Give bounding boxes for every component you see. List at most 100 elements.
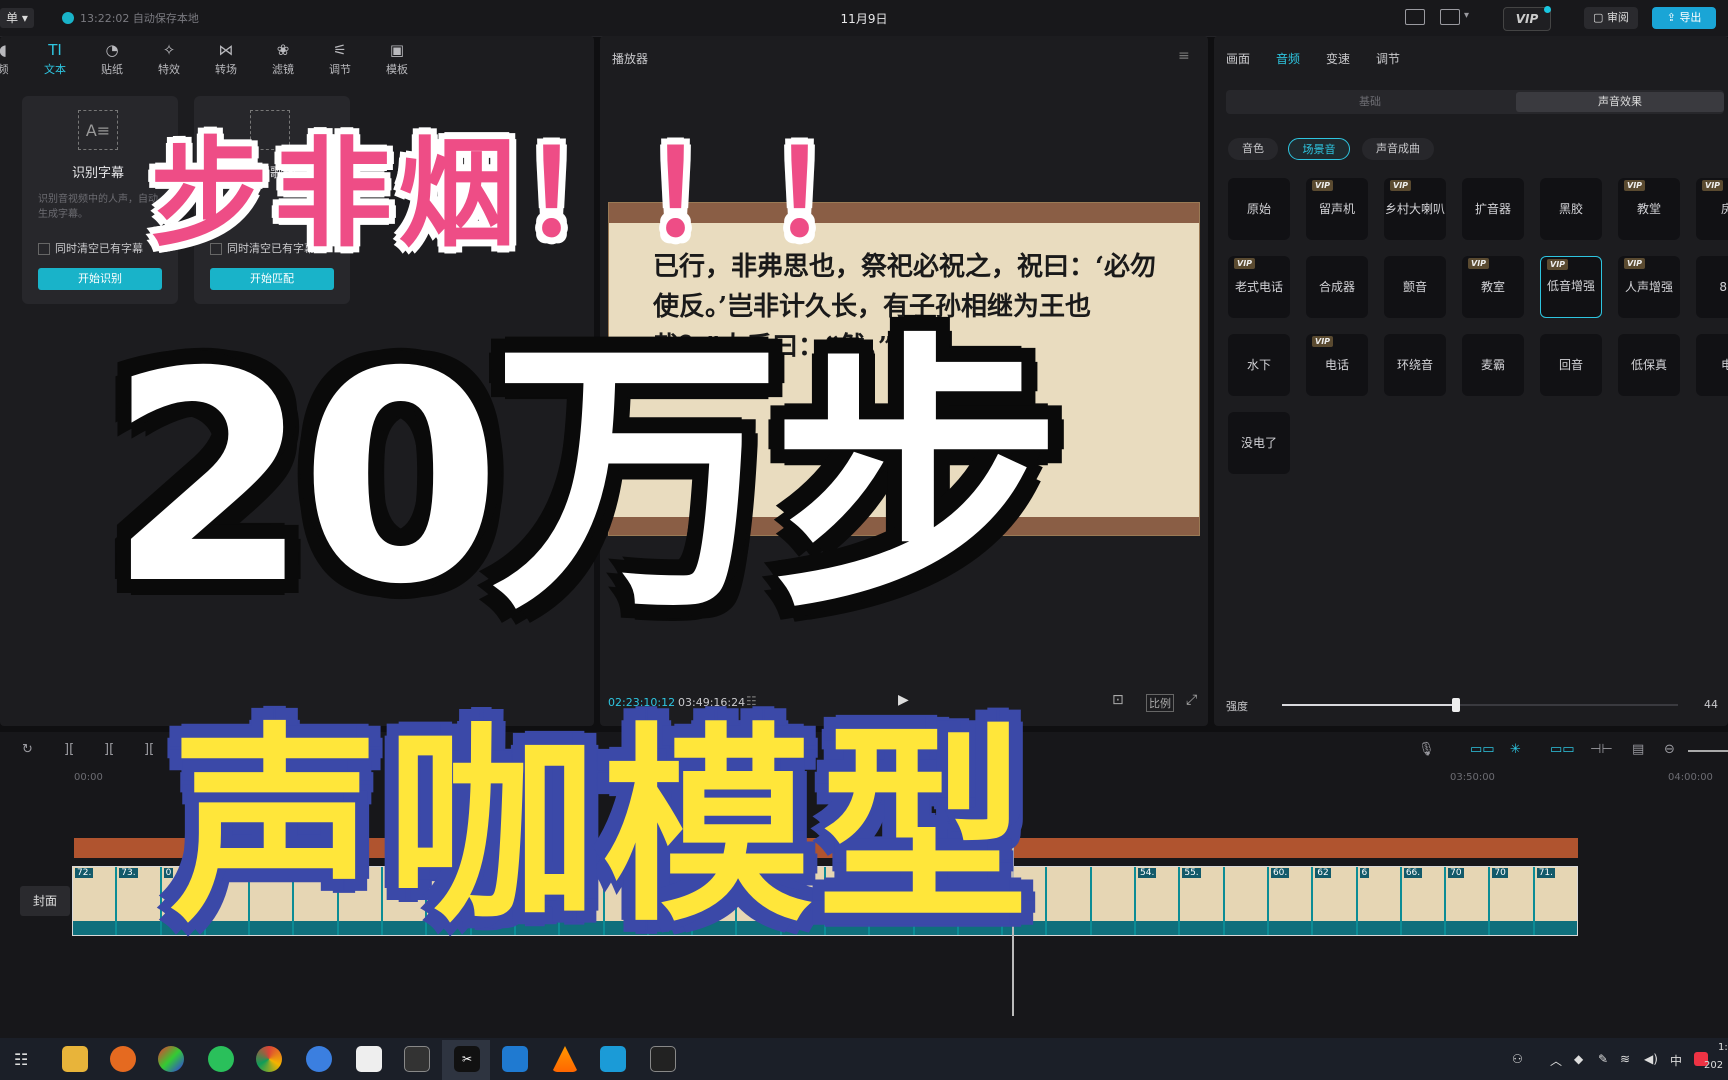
fullscreen-icon[interactable]: ⤢ [1186, 692, 1197, 708]
redo-icon[interactable]: ↻ [22, 742, 33, 757]
app-tray-icon[interactable]: ◆ [1574, 1052, 1583, 1066]
video-clip[interactable]: 62 [1313, 867, 1358, 935]
people-icon[interactable]: ⚇ [1512, 1052, 1523, 1066]
effect-tile[interactable]: VIP 老式电话 [1228, 256, 1290, 318]
effect-tile[interactable]: 8b [1696, 256, 1728, 318]
layout-icon[interactable] [1440, 9, 1460, 25]
pill-song[interactable]: 声音成曲 [1362, 138, 1434, 160]
zoom-slider[interactable] [1688, 750, 1728, 752]
effect-tile[interactable]: VIP 教室 [1462, 256, 1524, 318]
effect-tile[interactable]: 原始 [1228, 178, 1290, 240]
browser-icon[interactable] [158, 1046, 184, 1072]
zoom-out-icon[interactable]: ⊖ [1664, 742, 1675, 757]
chrome-icon[interactable] [256, 1046, 282, 1072]
tab-sticker[interactable]: ◔ 贴纸 [87, 42, 137, 77]
video-clip[interactable] [1224, 867, 1269, 935]
effect-tile[interactable]: 回音 [1540, 334, 1602, 396]
ratio-button[interactable]: 比例 [1146, 694, 1174, 712]
app2-icon[interactable] [600, 1046, 626, 1072]
keyboard-icon[interactable] [1405, 9, 1425, 25]
pill-voice[interactable]: 音色 [1228, 138, 1278, 160]
effect-tile[interactable]: 合成器 [1306, 256, 1368, 318]
review-button[interactable]: ▢ 审阅 [1584, 7, 1638, 29]
pill-scene[interactable]: 场景音 [1288, 138, 1350, 160]
tab-text[interactable]: TI 文本 [30, 42, 80, 77]
segment-sound-effects[interactable]: 声音效果 [1516, 92, 1724, 112]
snap-icon[interactable]: ✳ [1510, 742, 1521, 757]
tab-adjust-right[interactable]: 调节 [1376, 50, 1400, 67]
tab-adjust[interactable]: ⚟ 调节 [315, 42, 365, 77]
microphone-icon[interactable]: 🎙 [1418, 742, 1435, 757]
tab-transition[interactable]: ⋈ 转场 [201, 42, 251, 77]
terminal-icon[interactable] [650, 1046, 676, 1072]
ime-indicator[interactable]: 中 [1670, 1052, 1682, 1069]
effect-tile[interactable]: VIP 人声增强 [1618, 256, 1680, 318]
strength-slider-knob[interactable] [1452, 698, 1460, 712]
video-clip[interactable] [1091, 867, 1137, 935]
effect-tile[interactable]: VIP 房 [1696, 178, 1728, 240]
video-clip[interactable]: 72. [73, 867, 118, 935]
tab-audio[interactable]: 音频 [1276, 50, 1300, 67]
trim-right-icon[interactable]: ][ [144, 742, 154, 757]
tab-effects[interactable]: ✧ 特效 [144, 42, 194, 77]
tab-template[interactable]: ▣ 模板 [372, 42, 422, 77]
effect-tile[interactable]: 低保真 [1618, 334, 1680, 396]
effect-tile[interactable]: 水下 [1228, 334, 1290, 396]
capcut-icon[interactable]: ✂ [454, 1046, 480, 1072]
main-menu-button[interactable]: 单 ▾ [0, 8, 34, 28]
segment-basic[interactable]: 基础 [1232, 92, 1508, 112]
video-clip[interactable]: 70 [1446, 867, 1491, 935]
video-clip[interactable]: 73. [117, 867, 162, 935]
zoom-fit-icon[interactable]: ⊡ [1112, 692, 1124, 708]
effect-tile[interactable]: VIP 电话 [1306, 334, 1368, 396]
effect-tile[interactable]: 颤音 [1384, 256, 1446, 318]
captions-icon[interactable]: ▤ [1632, 742, 1644, 757]
preview-axis-icon[interactable]: ⊣⊢ [1590, 742, 1613, 757]
effect-tile[interactable]: VIP 留声机 [1306, 178, 1368, 240]
effect-tile[interactable]: VIP 教堂 [1618, 178, 1680, 240]
video-clip[interactable]: 66. [1401, 867, 1447, 935]
effect-tile[interactable]: 没电了 [1228, 412, 1290, 474]
video-clip[interactable]: 6 [1357, 867, 1402, 935]
effect-tile[interactable]: VIP 乡村大喇叭 [1384, 178, 1446, 240]
link-main-track-icon[interactable]: ▭▭ [1470, 742, 1495, 757]
video-clip[interactable]: 70 [1490, 867, 1535, 935]
chevron-up-icon[interactable]: ︿ [1550, 1052, 1562, 1069]
photos-icon[interactable] [356, 1046, 382, 1072]
app-icon[interactable] [306, 1046, 332, 1072]
task-view-icon[interactable]: ☷ [14, 1050, 28, 1069]
video-clip[interactable]: 54. [1136, 867, 1181, 935]
volume-icon[interactable]: ◀) [1644, 1052, 1658, 1066]
search-app-icon[interactable] [110, 1046, 136, 1072]
effect-tile[interactable]: 黑胶 [1540, 178, 1602, 240]
start-recognition-button[interactable]: 开始识别 [38, 268, 162, 290]
checkbox-box[interactable] [38, 243, 50, 255]
effect-tile[interactable]: VIP 低音增强 [1540, 256, 1602, 318]
wifi-icon[interactable]: ≋ [1620, 1052, 1630, 1066]
cover-button[interactable]: 封面 [20, 886, 70, 916]
video-clip[interactable]: 55. [1180, 867, 1225, 935]
trim-left-icon[interactable]: ][ [104, 742, 114, 757]
start-match-button[interactable]: 开始匹配 [210, 268, 334, 290]
tab-filter[interactable]: ❀ 滤镜 [258, 42, 308, 77]
vscode-icon[interactable] [502, 1046, 528, 1072]
export-button[interactable]: ⇪ 导出 [1652, 7, 1716, 29]
split-icon[interactable]: ][ [64, 742, 74, 757]
video-clip[interactable]: 60. [1268, 867, 1314, 935]
clear-captions-checkbox[interactable]: 同时清空已有字幕 [38, 240, 143, 256]
file-explorer-icon[interactable] [62, 1046, 88, 1072]
tab-picture[interactable]: 画面 [1226, 50, 1250, 67]
effect-tile[interactable]: 电 [1696, 334, 1728, 396]
effect-tile[interactable]: 环绕音 [1384, 334, 1446, 396]
chevron-down-icon[interactable]: ▾ [1464, 10, 1469, 21]
effect-tile[interactable]: 麦霸 [1462, 334, 1524, 396]
effect-tile[interactable]: 扩音器 [1462, 178, 1524, 240]
video-clip[interactable]: 71. [1534, 867, 1577, 935]
link-icon[interactable]: ▭▭ [1550, 742, 1575, 757]
video-clip[interactable] [1047, 867, 1092, 935]
tab-speed[interactable]: 变速 [1326, 50, 1350, 67]
media-player-icon[interactable] [404, 1046, 430, 1072]
menu-icon[interactable]: ≡ [1178, 48, 1190, 64]
tab-media[interactable]: ◖ 频 [0, 42, 28, 77]
wechat-icon[interactable] [208, 1046, 234, 1072]
